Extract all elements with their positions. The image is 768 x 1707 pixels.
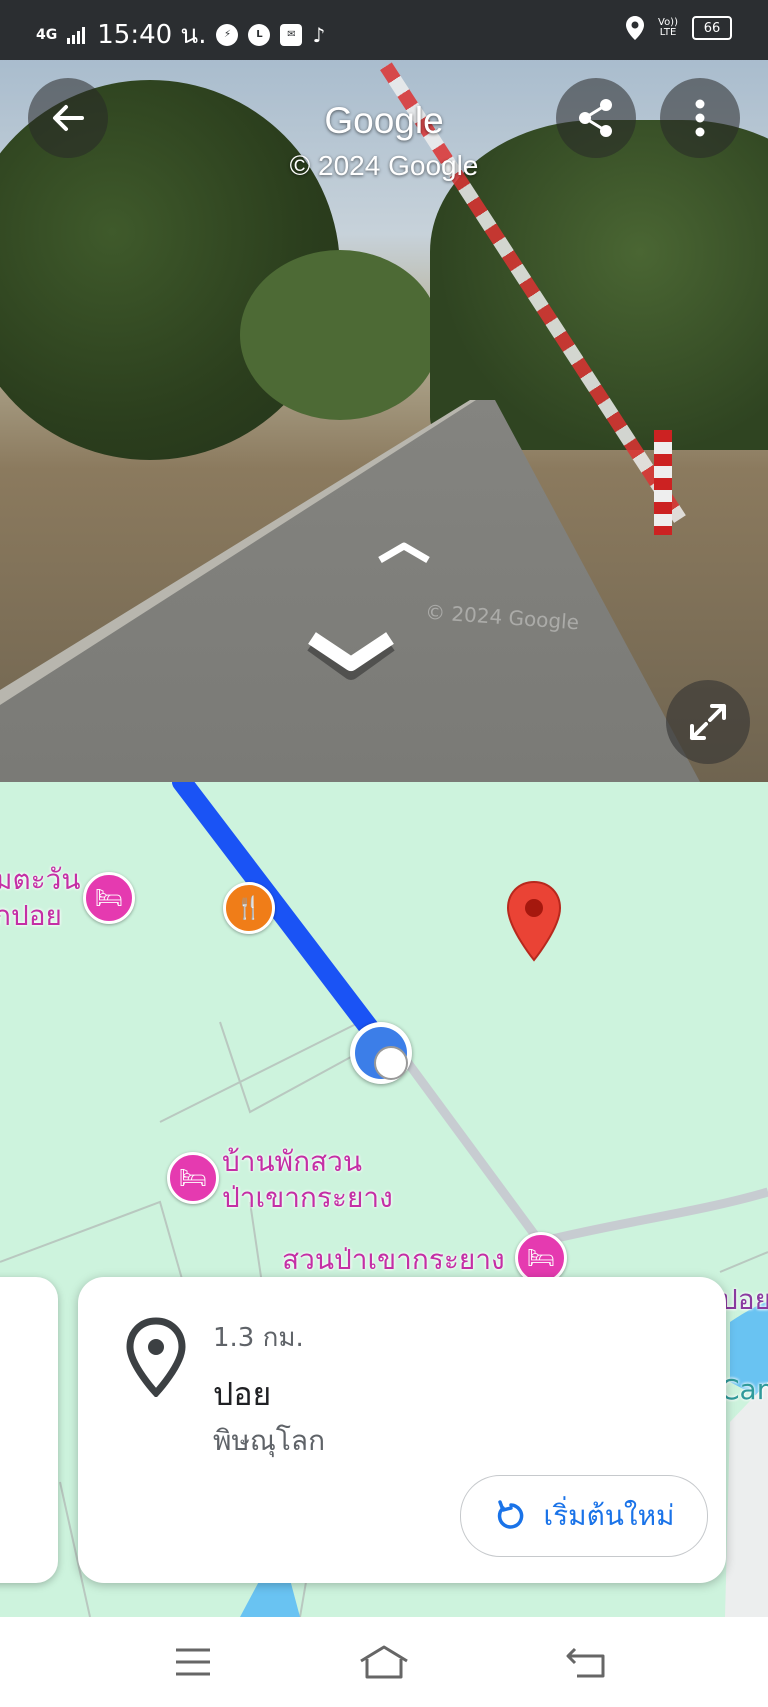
nav-menu-button[interactable] bbox=[163, 1637, 223, 1687]
nav-home-button[interactable] bbox=[354, 1637, 414, 1687]
email-icon: ✉ bbox=[280, 23, 303, 46]
poi-restaurant[interactable]: 🍴 bbox=[223, 882, 275, 934]
hotel-bed-icon: 🛏 bbox=[95, 885, 123, 911]
restart-button[interactable]: เริ่มต้นใหม่ bbox=[460, 1475, 708, 1557]
more-vert-icon bbox=[695, 99, 705, 137]
move-backward-arrow-icon[interactable] bbox=[306, 632, 396, 688]
fullscreen-icon bbox=[690, 704, 726, 740]
back-icon bbox=[566, 1647, 605, 1678]
share-icon bbox=[579, 99, 612, 137]
restart-label: เริ่มต้นใหม่ bbox=[543, 1499, 675, 1532]
pegman-icon bbox=[374, 1046, 408, 1080]
destination-pin-icon[interactable] bbox=[505, 880, 563, 962]
fullscreen-button[interactable] bbox=[666, 680, 750, 764]
line-icon: L bbox=[248, 23, 271, 46]
map-label-park: สวนป่าเขากระยาง bbox=[282, 1243, 505, 1276]
messenger-icon: ⚡ bbox=[216, 23, 239, 46]
menu-icon bbox=[176, 1648, 210, 1676]
place-distance: 1.3 กม. bbox=[213, 1323, 304, 1353]
battery-level: 66 bbox=[703, 20, 721, 36]
battery-indicator: 66 bbox=[692, 16, 732, 40]
street-view-panorama[interactable]: © 2024 Google Google © 2024 Google bbox=[0, 0, 768, 782]
previous-card[interactable] bbox=[0, 1277, 58, 1583]
nav-back-button[interactable] bbox=[556, 1637, 616, 1687]
more-button[interactable] bbox=[660, 78, 740, 158]
poi-hotel-garden[interactable]: 🛏 bbox=[167, 1152, 219, 1204]
scene-trees-mid bbox=[240, 250, 440, 420]
system-nav-bar bbox=[0, 1617, 768, 1707]
header-title: Google bbox=[324, 100, 444, 141]
share-button[interactable] bbox=[556, 78, 636, 158]
status-bar: 4G 15:40 น. ⚡ L ✉ ♪ Vo)) LTE 66 bbox=[0, 0, 768, 60]
restart-icon bbox=[497, 1500, 523, 1529]
place-pin-icon bbox=[126, 1317, 186, 1397]
network-indicator: 4G bbox=[36, 26, 58, 43]
hotel-bed-icon: 🛏 bbox=[527, 1245, 555, 1271]
fork-knife-icon: 🍴 bbox=[235, 895, 263, 921]
volte-icon: Vo)) LTE bbox=[658, 17, 678, 38]
copyright-text: © 2024 Google bbox=[289, 150, 479, 181]
home-icon bbox=[360, 1645, 408, 1679]
move-forward-arrow-icon[interactable] bbox=[376, 540, 432, 566]
map-label-right-edge-2: Cam bbox=[720, 1373, 768, 1406]
status-right: Vo)) LTE 66 bbox=[626, 16, 732, 40]
place-subtitle: พิษณุโลก bbox=[213, 1424, 326, 1457]
signal-icon bbox=[67, 26, 86, 44]
map-label-right-edge-1: ปอย bbox=[720, 1283, 768, 1316]
clock: 15:40 น. bbox=[97, 20, 207, 50]
current-location-marker[interactable] bbox=[350, 1022, 412, 1084]
scene-barrier-post bbox=[654, 430, 672, 535]
status-left: 4G 15:40 น. ⚡ L ✉ ♪ bbox=[36, 14, 325, 55]
map-label-hotel-top-left: มตะวัน กปอย bbox=[0, 863, 81, 932]
poi-hotel-top-left[interactable]: 🛏 bbox=[83, 872, 135, 924]
hotel-bed-icon: 🛏 bbox=[179, 1165, 207, 1191]
tiktok-icon: ♪ bbox=[312, 22, 326, 47]
place-title: ปอย bbox=[213, 1375, 272, 1413]
street-view-header: Google © 2024 Google bbox=[0, 60, 768, 190]
place-card[interactable]: 1.3 กม. ปอย พิษณุโลก เริ่มต้นใหม่ bbox=[78, 1277, 726, 1583]
location-icon bbox=[626, 16, 644, 40]
map-label-hotel-garden: บ้านพักสวน ป่าเขากระยาง bbox=[222, 1145, 393, 1214]
